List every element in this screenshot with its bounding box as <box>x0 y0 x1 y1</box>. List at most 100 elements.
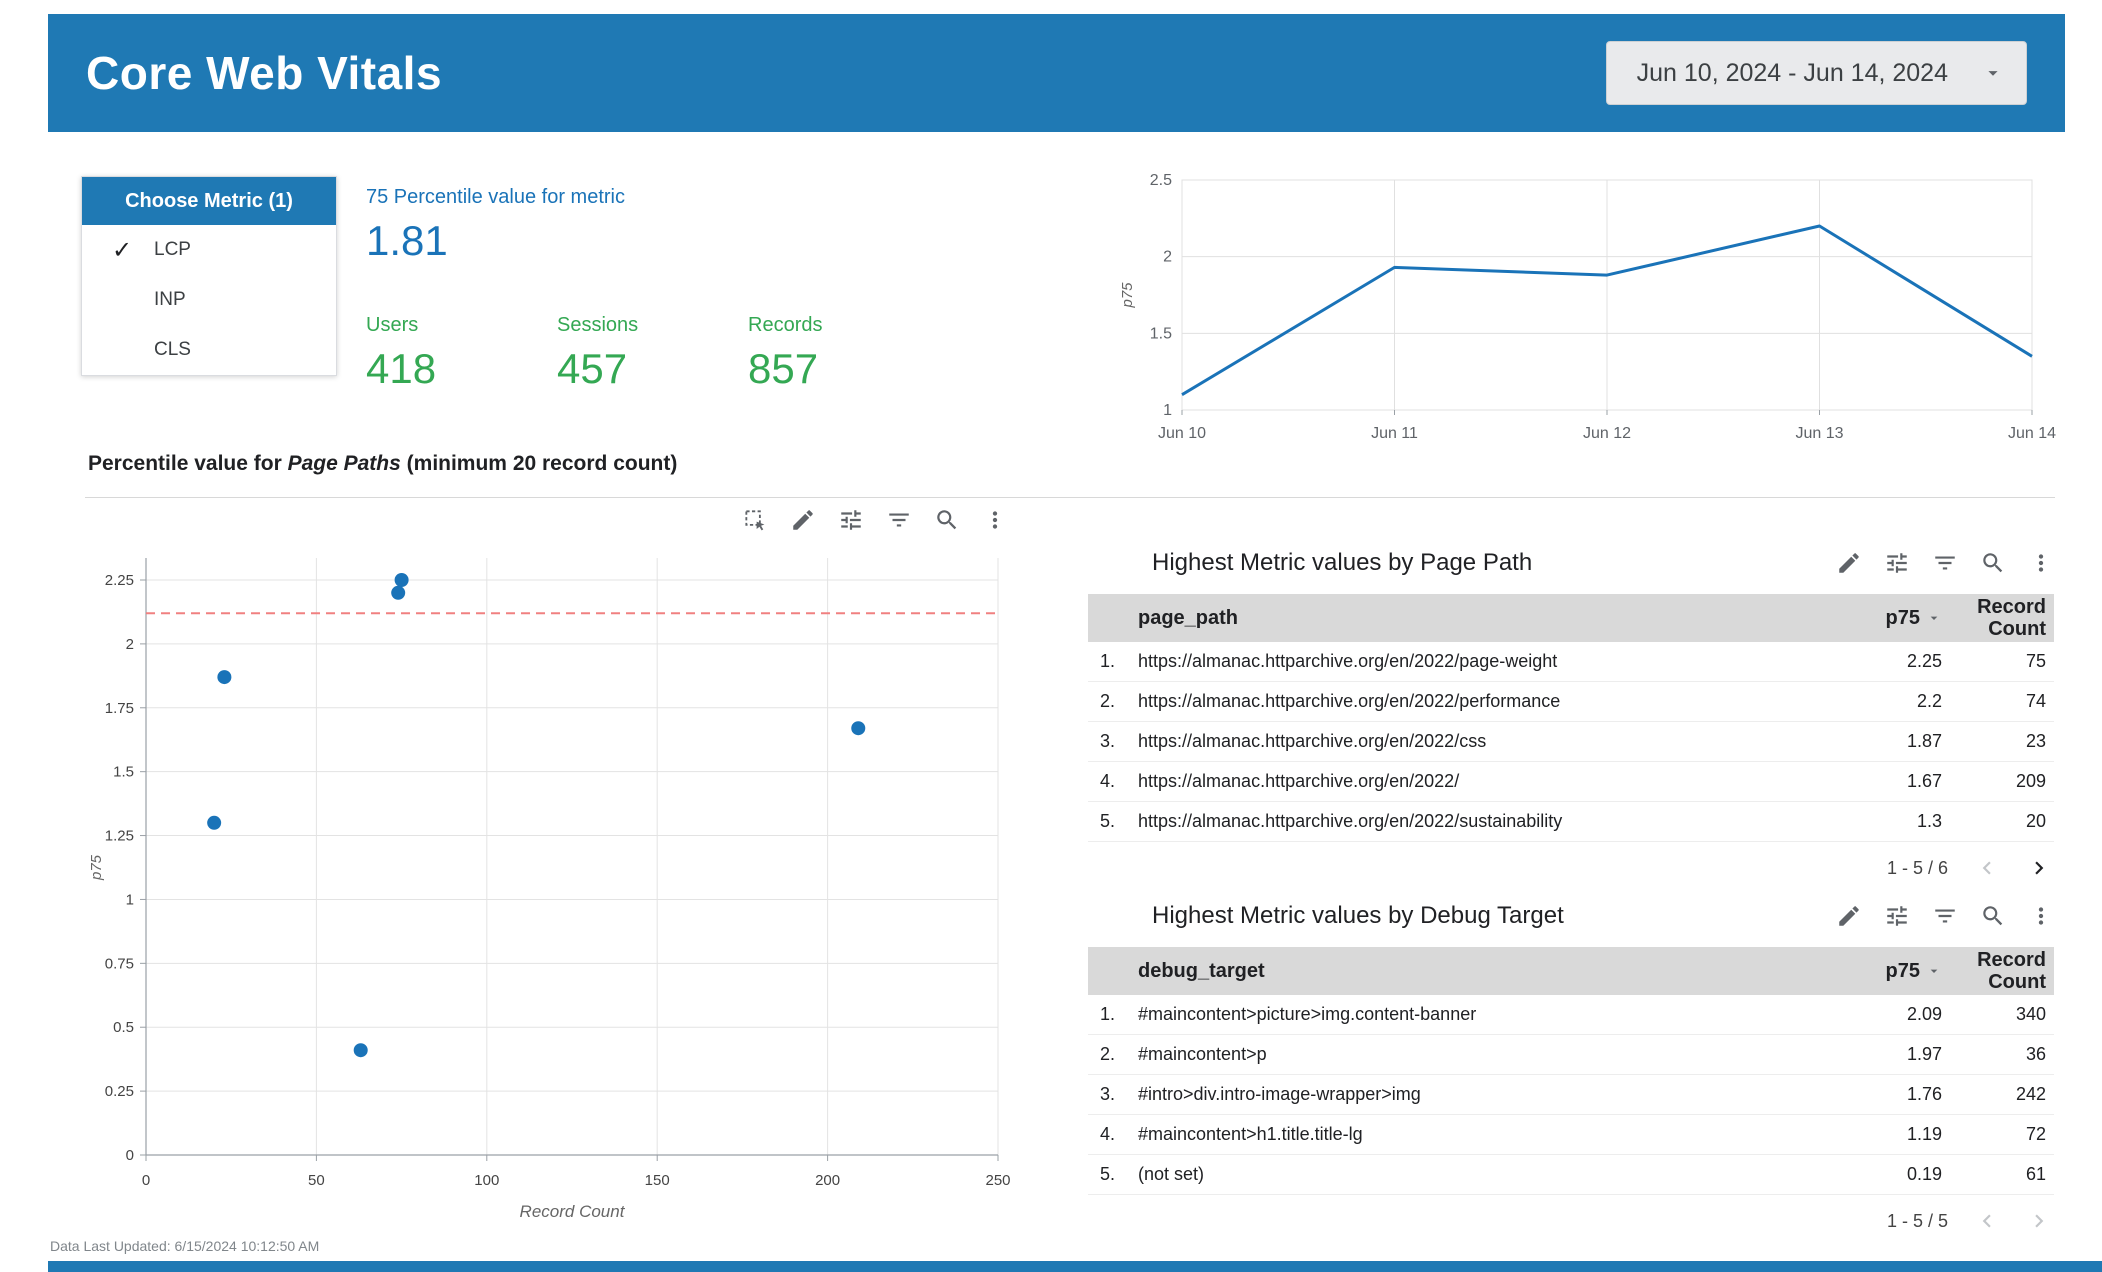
svg-text:p75: p75 <box>88 854 105 881</box>
section-title-suffix: (minimum 20 record count) <box>400 452 678 475</box>
pagination-label: 1 - 5 / 6 <box>1886 857 1948 878</box>
sessions-scorecard: Sessions 457 <box>557 314 638 393</box>
tune-icon[interactable] <box>1884 550 1910 576</box>
percentile-scorecard: 75 Percentile value for metric 1.81 <box>366 186 625 265</box>
records-label: Records <box>748 314 823 336</box>
table-body: 1. https://almanac.httparchive.org/en/202… <box>1088 642 2054 842</box>
date-range-picker[interactable]: Jun 10, 2024 - Jun 14, 2024 <box>1605 41 2027 105</box>
scatter-chart[interactable]: 0 50 100 150 200 250 0 0.25 0.5 0.75 1 1.25 1.5 1.75 2… <box>85 540 1015 1230</box>
edit-icon[interactable] <box>790 507 816 533</box>
zoom-icon[interactable] <box>1980 903 2006 929</box>
table-row[interactable]: 5. (not set) 0.19 61 <box>1088 1155 2054 1195</box>
table-cell: 2. <box>1100 691 1116 711</box>
table-cell: 2.2 <box>1916 691 1942 711</box>
svg-text:1: 1 <box>1163 402 1172 419</box>
pagination-label: 1 - 5 / 5 <box>1886 1210 1948 1231</box>
table-cell: 1.87 <box>1906 731 1942 751</box>
table-header-row: page_path p75 Record Count <box>1088 594 2054 642</box>
zoom-icon[interactable] <box>1980 550 2006 576</box>
more-options-icon[interactable] <box>2028 903 2054 929</box>
table-row[interactable]: 4. https://almanac.httparchive.org/en/202… <box>1088 762 2054 802</box>
svg-text:100: 100 <box>474 1172 499 1189</box>
table-title: Highest Metric values by Debug Target <box>1152 902 1564 929</box>
table-row[interactable]: 4. #maincontent>h1.title.title-lg 1.19 72 <box>1088 1115 2054 1155</box>
svg-text:0.5: 0.5 <box>113 1019 134 1036</box>
metric-option-cls[interactable]: CLS <box>82 325 336 375</box>
prev-page-button[interactable] <box>1974 855 2000 881</box>
filter-icon[interactable] <box>886 507 912 533</box>
section-divider <box>85 497 2055 498</box>
filter-icon[interactable] <box>1932 550 1958 576</box>
metric-selector-title: Choose Metric (1) <box>82 177 336 225</box>
table-cell: 1.3 <box>1916 811 1942 831</box>
metric-selector-panel: Choose Metric (1) ✓ LCP INP CLS <box>81 176 337 376</box>
more-options-icon[interactable] <box>2028 550 2054 576</box>
page-path-table: Highest Metric values by Page Path page_… <box>1088 540 2054 894</box>
percentile-value: 1.81 <box>366 217 448 264</box>
record-count-column-header[interactable]: Record Count <box>1942 949 2054 994</box>
table-cell: 20 <box>2025 811 2046 831</box>
timeseries-chart[interactable]: 1 1.5 2 2.5 Jun 10 Jun 11 Jun 12 Jun 13 Jun 14 p7… <box>1110 168 2070 440</box>
p75-header-label: p75 <box>1885 606 1920 629</box>
zoom-icon[interactable] <box>934 507 960 533</box>
svg-text:200: 200 <box>815 1172 840 1189</box>
table-cell: 1.76 <box>1906 1084 1942 1104</box>
table-cell: 2.25 <box>1906 651 1942 671</box>
table-cell: 209 <box>2015 771 2046 791</box>
page-path-column-header[interactable]: page_path <box>1138 607 1792 630</box>
table-cell: 23 <box>2025 731 2046 751</box>
metric-option-label: INP <box>154 289 186 310</box>
p75-column-header[interactable]: p75 <box>1792 960 1942 983</box>
sort-desc-icon <box>1926 610 1942 626</box>
more-options-icon[interactable] <box>982 507 1008 533</box>
table-cell: #maincontent>picture>img.content-banner <box>1138 1004 1477 1024</box>
svg-text:50: 50 <box>308 1172 325 1189</box>
table-cell: 5. <box>1100 1164 1116 1184</box>
next-page-button[interactable] <box>2026 855 2052 881</box>
svg-text:1.75: 1.75 <box>105 700 134 717</box>
section-title-prefix: Percentile value for <box>88 452 288 475</box>
scatter-toolbar <box>742 507 1008 533</box>
table-row[interactable]: 5. https://almanac.httparchive.org/en/202… <box>1088 802 2054 842</box>
table-row[interactable]: 3. #intro>div.intro-image-wrapper>img 1.76… <box>1088 1075 2054 1115</box>
filter-icon[interactable] <box>1932 903 1958 929</box>
table-cell: https://almanac.httparchive.org/en/2022/ <box>1138 771 1460 791</box>
tune-icon[interactable] <box>838 507 864 533</box>
svg-text:1: 1 <box>126 891 134 908</box>
prev-page-button[interactable] <box>1974 1208 2000 1234</box>
users-label: Users <box>366 314 419 336</box>
edit-icon[interactable] <box>1836 903 1862 929</box>
metric-option-label: CLS <box>154 339 191 360</box>
table-cell: 3. <box>1100 1084 1116 1104</box>
metric-option-lcp[interactable]: ✓ LCP <box>82 225 336 275</box>
edit-icon[interactable] <box>1836 550 1862 576</box>
table-row[interactable]: 2. #maincontent>p 1.97 36 <box>1088 1035 2054 1075</box>
next-page-button[interactable] <box>2026 1208 2052 1234</box>
table-cell: https://almanac.httparchive.org/en/2022/… <box>1138 811 1563 831</box>
svg-text:Record Count: Record Count <box>520 1202 626 1221</box>
table-row[interactable]: 2. https://almanac.httparchive.org/en/202… <box>1088 682 2054 722</box>
p75-column-header[interactable]: p75 <box>1792 607 1942 630</box>
record-count-column-header[interactable]: Record Count <box>1942 596 2054 641</box>
table-row[interactable]: 1. #maincontent>picture>img.content-banne… <box>1088 995 2054 1035</box>
table-cell: 1. <box>1100 651 1116 671</box>
svg-text:Jun 12: Jun 12 <box>1583 425 1631 440</box>
date-range-label: Jun 10, 2024 - Jun 14, 2024 <box>1636 58 1948 87</box>
tune-icon[interactable] <box>1884 903 1910 929</box>
metric-option-inp[interactable]: INP <box>82 275 336 325</box>
check-icon: ✓ <box>112 236 133 264</box>
table-row[interactable]: 1. https://almanac.httparchive.org/en/202… <box>1088 642 2054 682</box>
svg-text:0: 0 <box>142 1172 150 1189</box>
table-cell: #maincontent>h1.title.title-lg <box>1138 1124 1363 1144</box>
debug-target-column-header[interactable]: debug_target <box>1138 960 1792 983</box>
table-cell: #maincontent>p <box>1138 1044 1267 1064</box>
report-canvas: Core Web Vitals Jun 10, 2024 - Jun 14, 2… <box>0 0 2102 1272</box>
marquee-select-icon[interactable] <box>742 507 768 533</box>
chevron-down-icon <box>1982 62 2004 84</box>
table-cell: 5. <box>1100 811 1116 831</box>
table-cell: https://almanac.httparchive.org/en/2022/… <box>1138 731 1487 751</box>
table-row[interactable]: 3. https://almanac.httparchive.org/en/202… <box>1088 722 2054 762</box>
table-cell: 2. <box>1100 1044 1116 1064</box>
sort-desc-icon <box>1926 963 1942 979</box>
percentile-label: 75 Percentile value for metric <box>366 186 626 208</box>
